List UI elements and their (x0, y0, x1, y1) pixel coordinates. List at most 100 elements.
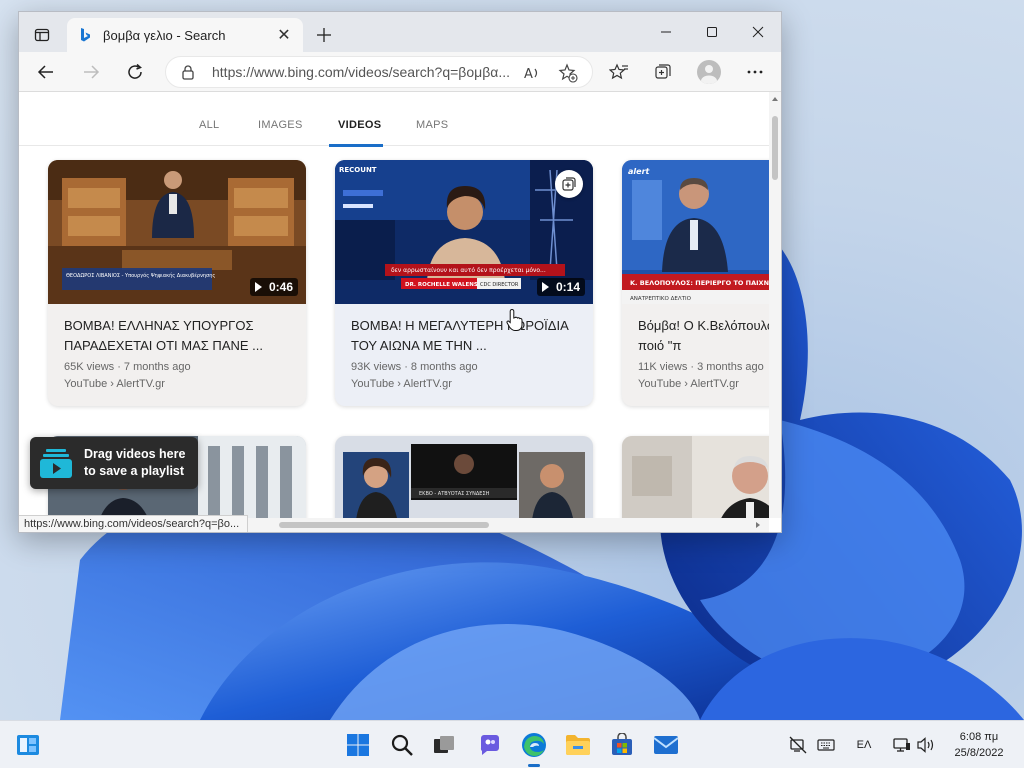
video-meta: 11K views · 3 months ago YouTube › Alert… (638, 359, 764, 393)
vertical-scroll-thumb[interactable] (772, 116, 778, 180)
video-source: YouTube › AlertTV.gr (64, 378, 165, 390)
thumbnail-brand: alert (628, 167, 651, 176)
duration-badge: 0:14 (536, 278, 585, 296)
address-bar[interactable]: https://www.bing.com/videos/search?q=βομ… (165, 56, 593, 88)
thumbnail-subtitle: ΑΝΑΤΡΕΠΤΙΚΟ ΔΕΛΤΙΟ (630, 296, 692, 302)
video-thumbnail[interactable]: alert Κ. ΒΕΛΟΠΟΥΛΟΣ: ΠΕΡΙΕΡΓΟ ΤΟ ΠΑΙΧΝΙΔ… (622, 160, 769, 304)
playlist-hint-line-2: to save a playlist (84, 464, 185, 478)
tab-title: βομβα γελιο - Search (103, 27, 226, 43)
thumbnail-role: CDC DIRECTOR (480, 282, 519, 288)
volume-icon[interactable] (916, 734, 936, 756)
thumbnail-caption: ΘΕΟΔΩΡΟΣ ΛΙΒΑΝΙΟΣ - Υπουργός Ψηφιακής Δι… (66, 272, 215, 279)
scroll-right-icon[interactable] (753, 518, 763, 532)
active-app-indicator (528, 764, 540, 767)
edge-icon[interactable] (518, 729, 550, 761)
new-tab-button[interactable] (309, 20, 339, 50)
lock-icon[interactable] (180, 64, 196, 80)
playlist-hint-line-1: Drag videos here (84, 447, 186, 461)
widgets-icon[interactable] (12, 729, 44, 761)
url-text: https://www.bing.com/videos/search?q=βομ… (212, 64, 511, 80)
navigation-toolbar: https://www.bing.com/videos/search?q=βομ… (19, 52, 781, 92)
video-views: 65K views · 7 months ago (64, 361, 191, 373)
close-window-button[interactable] (735, 16, 781, 48)
scroll-up-icon[interactable] (769, 93, 781, 105)
menu-icon[interactable] (739, 56, 771, 88)
file-explorer-icon[interactable] (562, 729, 594, 761)
bing-icon (81, 28, 90, 42)
monitor-icon[interactable] (892, 734, 912, 756)
thumbnail-ticker: δεν αρρωσταίνουν και αυτό δεν προέρχεται… (391, 267, 546, 274)
minimize-button[interactable] (643, 16, 689, 48)
store-icon[interactable] (606, 729, 638, 761)
video-thumbnail[interactable]: δεν αρρωσταίνουν και αυτό δεν προέρχεται… (335, 160, 593, 304)
windows-start-icon[interactable] (342, 729, 374, 761)
read-aloud-icon[interactable]: A (522, 63, 542, 83)
tab-actions-icon[interactable] (27, 20, 57, 50)
active-tab-indicator (329, 144, 383, 147)
task-view-icon[interactable] (428, 729, 460, 761)
chat-icon[interactable] (474, 729, 506, 761)
scope-tab-maps[interactable]: MAPS (416, 119, 448, 131)
duration-text: 0:46 (268, 280, 293, 294)
forward-button[interactable] (75, 56, 107, 88)
refresh-button[interactable] (119, 56, 151, 88)
scope-tab-videos[interactable]: VIDEOS (338, 119, 381, 131)
duration-badge: 0:46 (249, 278, 298, 296)
thumbnail-name: DR. ROCHELLE WALENSKY (405, 282, 487, 288)
vertical-scrollbar[interactable] (769, 92, 781, 518)
input-language[interactable]: ΕΛ (852, 734, 876, 756)
playlist-icon (40, 449, 72, 478)
video-card-3[interactable]: alert Κ. ΒΕΛΟΠΟΥΛΟΣ: ΠΕΡΙΕΡΓΟ ΤΟ ΠΑΙΧΝΙΔ… (622, 160, 769, 406)
video-thumbnail[interactable]: ΘΕΟΔΩΡΟΣ ΛΙΒΑΝΙΟΣ - Υπουργός Ψηφιακής Δι… (48, 160, 306, 304)
video-meta: 93K views · 8 months ago YouTube › Alert… (351, 359, 478, 393)
video-card-2[interactable]: δεν αρρωσταίνουν και αυτό δεν προέρχεται… (335, 160, 593, 406)
mail-icon[interactable] (650, 729, 682, 761)
horizontal-scroll-thumb[interactable] (279, 522, 489, 528)
hand-cursor-icon (506, 308, 523, 331)
add-to-collection-icon[interactable] (555, 170, 583, 198)
profile-button[interactable] (693, 56, 725, 88)
tab-strip: βομβα γελιο - Search ✕ (19, 12, 781, 52)
clock-time: 6:08 πμ (959, 731, 999, 743)
avatar (697, 60, 721, 84)
svg-text:A: A (524, 67, 533, 82)
maximize-button[interactable] (689, 16, 735, 48)
video-meta: 65K views · 7 months ago YouTube › Alert… (64, 359, 191, 393)
video-source: YouTube › AlertTV.gr (638, 378, 739, 390)
video-title[interactable]: Βόμβα! Ο Κ.Βελόπουλος αποκαλύπτει ποιό "… (638, 316, 769, 356)
favorites-icon[interactable] (603, 56, 635, 88)
tab-close-button[interactable]: ✕ (273, 24, 295, 46)
video-title[interactable]: ΒΟΜΒΑ! ΕΛΛΗΝΑΣ ΥΠΟΥΡΓΟΣ ΠΑΡΑΔΕΧΕΤΑΙ ΟΤΙ … (64, 316, 296, 356)
search-scope-tabs: ALL IMAGES VIDEOS MAPS (19, 106, 769, 147)
video-views: 93K views · 8 months ago (351, 361, 478, 373)
network-off-icon[interactable] (788, 734, 808, 756)
add-favorite-icon[interactable] (558, 63, 578, 83)
thumbnail-brand: RECOUNT (339, 166, 377, 174)
video-card-5[interactable]: ΕΚΒΟ - ΑΤΒΥΟΤΑΣ ΣΥΝΔΕΣΗ (335, 436, 593, 518)
taskbar: ΕΛ 6:08 πμ 25/8/2022 (0, 720, 1024, 768)
playlist-drop-zone[interactable]: Drag videos here to save a playlist (30, 437, 198, 489)
scope-tab-images[interactable]: IMAGES (258, 119, 303, 131)
playlist-hint-text: Drag videos here to save a playlist (84, 446, 185, 480)
browser-tab[interactable]: βομβα γελιο - Search ✕ (67, 18, 303, 52)
play-icon (541, 282, 549, 292)
scope-tab-all[interactable]: ALL (199, 119, 219, 131)
back-button[interactable] (30, 56, 62, 88)
thumbnail-strip: ΕΚΒΟ - ΑΤΒΥΟΤΑΣ ΣΥΝΔΕΣΗ (419, 491, 490, 497)
system-clock[interactable]: 6:08 πμ 25/8/2022 (944, 729, 1014, 761)
video-views: 11K views · 3 months ago (638, 361, 764, 373)
status-bar-url: https://www.bing.com/videos/search?q=βο.… (19, 515, 249, 532)
keyboard-icon[interactable] (816, 734, 836, 756)
video-thumbnail[interactable]: ΕΚΒΟ - ΑΤΒΥΟΤΑΣ ΣΥΝΔΕΣΗ (335, 436, 593, 518)
play-icon (254, 282, 262, 292)
video-thumbnail[interactable] (622, 436, 769, 518)
clock-date: 25/8/2022 (954, 747, 1004, 759)
collections-icon[interactable] (647, 56, 679, 88)
video-source: YouTube › AlertTV.gr (351, 378, 452, 390)
duration-text: 0:14 (555, 280, 580, 294)
video-title[interactable]: ΒΟΜΒΑ! Η ΜΕΓΑΛΥΤΕΡΗ ΚΩΡΟΪΔΙΑ ΤΟΥ ΑΙΩΝΑ Μ… (351, 316, 583, 356)
thumbnail-banner: Κ. ΒΕΛΟΠΟΥΛΟΣ: ΠΕΡΙΕΡΓΟ ΤΟ ΠΑΙΧΝΙΔΙ ΠΟ (630, 279, 769, 287)
video-card-1[interactable]: ΘΕΟΔΩΡΟΣ ΛΙΒΑΝΙΟΣ - Υπουργός Ψηφιακής Δι… (48, 160, 306, 406)
video-card-6[interactable] (622, 436, 769, 518)
search-icon[interactable] (386, 729, 418, 761)
